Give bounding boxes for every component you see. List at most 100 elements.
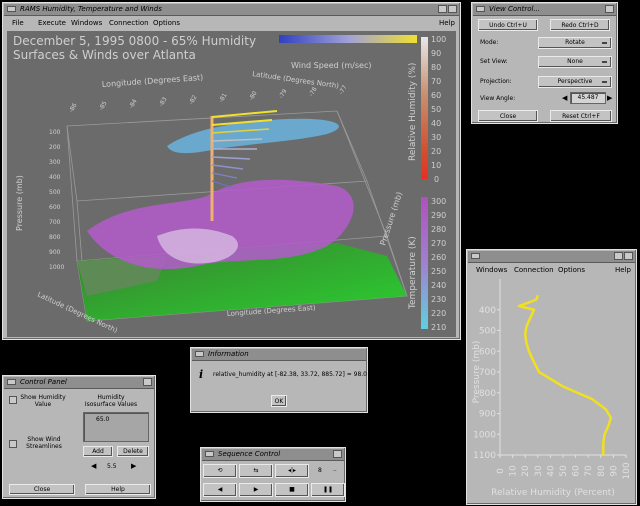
minimize-icon[interactable] [614,252,623,260]
stop-button[interactable]: ■ [275,483,309,497]
svg-text:100: 100 [49,129,61,136]
sequence-control-titlebar[interactable]: Sequence Control [202,449,344,461]
bounce-button[interactable]: ⇆ [239,464,273,478]
show-wind-checkbox[interactable] [9,440,17,448]
projection-dropdown[interactable]: Perspective [538,76,612,88]
minimize-icon[interactable] [143,378,152,386]
minimize-icon[interactable] [438,5,447,13]
wind-speed-label: Wind Speed (m/sec) [291,61,372,70]
svg-text:90: 90 [431,49,441,58]
menu-execute[interactable]: Execute [38,19,66,27]
view-control-titlebar[interactable]: View Control... [473,4,616,16]
x-axis-label: Relative Humidity (Percent) [491,488,615,498]
menu-options[interactable]: Options [153,19,180,27]
visualization-canvas[interactable]: December 5, 1995 0800 - 65% Humidity Sur… [7,31,456,337]
svg-text:220: 220 [431,309,446,318]
step-increment-icon[interactable]: ▶ [131,462,136,470]
x-tick-label: 80 [597,465,607,477]
view-angle-label: View Angle: [480,95,516,102]
step-decrement-icon[interactable]: ◀ [91,462,96,470]
x-tick-label: 10 [509,465,519,477]
isosurface-list[interactable]: 65.0 [83,412,149,442]
show-humidity-checkbox[interactable] [9,396,17,404]
step-backward-button[interactable]: ◀ [203,483,237,497]
help-button[interactable]: Help [85,484,151,495]
redo-button[interactable]: Redo Ctrl+D [550,19,610,31]
profile-window: Windows Connection Options Help 400 500 60… [466,249,637,505]
minimize-icon[interactable] [605,5,614,13]
frame-more: .. [333,466,337,473]
svg-text:50: 50 [431,105,441,114]
window-menu-icon[interactable] [195,351,204,357]
menu-options[interactable]: Options [558,266,585,274]
main-menubar: File Execute Windows Connection Options … [4,17,459,29]
control-panel-titlebar[interactable]: Control Panel [4,377,154,389]
add-button[interactable]: Add [83,446,113,457]
view-angle-field[interactable]: 45.487 [570,92,606,104]
angle-decrement-icon[interactable]: ◀ [562,94,567,102]
mode-label: Mode: [480,39,499,46]
minimize-icon[interactable] [333,450,342,458]
pause-button[interactable]: ❚❚ [311,483,345,497]
x-tick-label: 40 [546,465,556,477]
loop-button[interactable]: ⟲ [203,464,237,478]
svg-text:10: 10 [431,161,441,170]
play-button[interactable]: ▶ [239,483,273,497]
sequence-control-title: Sequence Control [218,450,281,458]
view-control-window: View Control... Undo Ctrl+U Redo Ctrl+D … [471,2,618,124]
angle-increment-icon[interactable]: ▶ [607,94,612,102]
svg-text:1000: 1000 [49,264,64,271]
mode-dropdown[interactable]: Rotate [538,37,612,49]
menu-connection[interactable]: Connection [109,19,149,27]
menu-windows[interactable]: Windows [476,266,507,274]
reset-button[interactable]: Reset Ctrl+F [550,110,612,122]
menu-help[interactable]: Help [615,266,631,274]
svg-text:250: 250 [431,267,446,276]
x-tick-label: 60 [572,465,582,477]
menu-file[interactable]: File [12,19,24,27]
svg-text:30: 30 [431,133,441,142]
window-menu-icon[interactable] [476,6,485,12]
window-menu-icon[interactable] [7,6,16,12]
setview-dropdown[interactable]: None [538,56,612,68]
menu-help[interactable]: Help [439,19,455,27]
y-tick-label: 1000 [473,430,496,440]
svg-text:210: 210 [431,323,446,332]
svg-text:290: 290 [431,211,446,220]
wind-speed-colorbar [279,35,417,43]
svg-text:40: 40 [431,119,441,128]
show-humidity-label: Show Humidity Value [20,394,66,408]
menu-windows[interactable]: Windows [71,19,102,27]
frame-number: 8 [318,467,322,474]
svg-text:260: 260 [431,253,446,262]
information-titlebar[interactable]: Information [192,349,366,361]
x-tick-label: 100 [622,462,632,479]
svg-text:500: 500 [49,189,61,196]
x-tick-label: 90 [609,465,619,477]
maximize-icon[interactable] [448,5,457,13]
profile-titlebar[interactable] [468,251,635,263]
information-title: Information [208,350,249,358]
undo-button[interactable]: Undo Ctrl+U [478,19,538,31]
step-value[interactable]: 5.5 [107,463,117,470]
ok-button[interactable]: OK [271,395,287,407]
window-menu-icon[interactable] [205,451,214,457]
menu-connection[interactable]: Connection [514,266,554,274]
temperature-colorbar [421,197,428,329]
y-tick-label: 900 [479,410,496,420]
step-button[interactable]: ◂|▸ [275,464,309,478]
show-wind-label: Show Wind Streamlines [26,436,62,450]
isosurface-item[interactable]: 65.0 [96,416,109,423]
projection-label: Projection: [480,78,512,85]
main-titlebar[interactable]: RAMS Humidity, Temperature and Winds [4,4,459,16]
x-tick-label: 0 [496,468,506,474]
maximize-icon[interactable] [624,252,633,260]
window-menu-icon[interactable] [471,253,480,259]
svg-text:230: 230 [431,295,446,304]
control-panel-title: Control Panel [20,378,67,386]
window-menu-icon[interactable] [7,379,16,385]
plot-title-line2: Surfaces & Winds over Atlanta [13,48,196,62]
delete-button[interactable]: Delete [117,446,149,457]
close-button[interactable]: Close [478,110,538,122]
close-button[interactable]: Close [9,484,75,495]
